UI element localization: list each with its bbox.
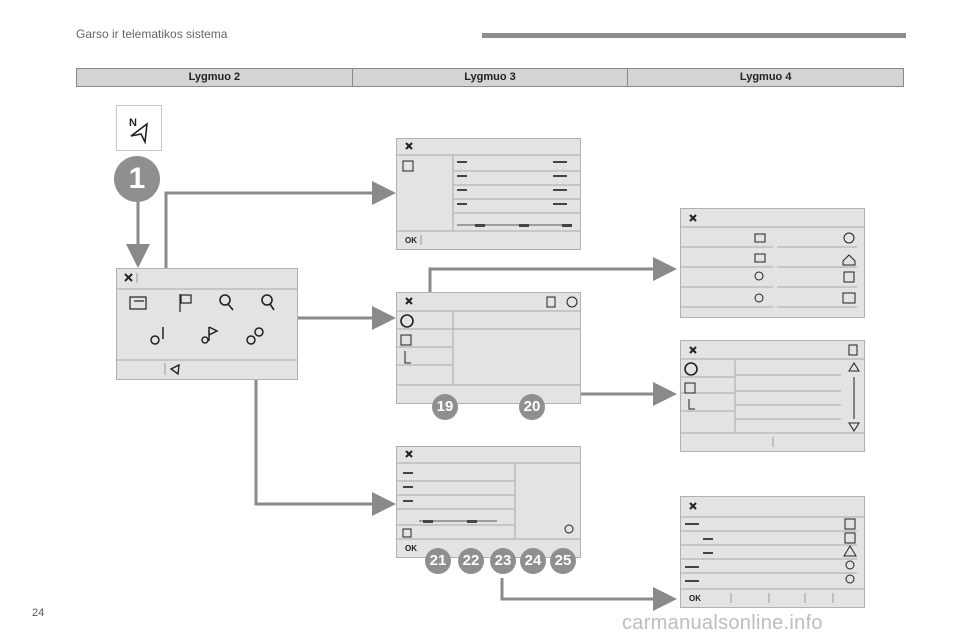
- close-icon: [689, 214, 697, 222]
- search-abc-icon: [261, 294, 275, 311]
- map-icon: [754, 253, 766, 263]
- search-poi-icon: [219, 294, 234, 311]
- location-icon: [845, 574, 855, 584]
- step-badge-23: 23: [490, 548, 516, 574]
- sync-icon: [566, 296, 578, 308]
- settings-route-icon: [150, 327, 164, 345]
- checkbox-icon: [402, 528, 412, 538]
- list-icon: [129, 296, 147, 310]
- watermark: carmanualsonline.info: [622, 612, 823, 634]
- delete-icon: [848, 344, 858, 356]
- panel-alerts: OK: [680, 496, 865, 608]
- scroll-up-icon: [848, 362, 860, 372]
- close-icon: [405, 450, 413, 458]
- navigation-icon: [169, 363, 180, 376]
- close-icon: [124, 273, 133, 282]
- panel-route-list: OK: [396, 138, 581, 250]
- close-icon: [405, 142, 413, 150]
- list-icon: [754, 233, 766, 243]
- day-night-icon: [564, 524, 574, 534]
- location-icon: [845, 560, 855, 570]
- step-badge-20: 20: [519, 394, 545, 420]
- panel-settings: OK: [396, 446, 581, 558]
- svg-text:N: N: [129, 117, 137, 129]
- history-icon: [754, 293, 764, 303]
- page-number: 24: [32, 607, 45, 619]
- settings-flag-icon: [201, 326, 219, 344]
- list-icon: [402, 160, 414, 172]
- flag-icon: [179, 294, 192, 312]
- nav-menu-panel: [116, 268, 298, 380]
- ok-button[interactable]: OK: [405, 236, 417, 245]
- work-icon: [842, 292, 856, 304]
- step-badge-24: 24: [520, 548, 546, 574]
- step-badge-19: 19: [432, 394, 458, 420]
- panel-poi: [396, 292, 581, 404]
- connector-23-to-g: [500, 578, 677, 611]
- ok-button[interactable]: OK: [689, 594, 701, 603]
- list-icon: [400, 334, 412, 346]
- warning-icon: [843, 545, 857, 557]
- close-icon: [689, 346, 697, 354]
- speed-camera-icon: [844, 532, 856, 544]
- add-icon: [400, 314, 414, 328]
- settings-gear-icon: [246, 327, 264, 345]
- list-icon: [684, 382, 696, 394]
- add-icon: [684, 362, 698, 376]
- panel-destination-types: [680, 208, 865, 318]
- delete-icon: [546, 296, 556, 308]
- search-abc-icon: [754, 271, 764, 281]
- ok-button[interactable]: OK: [405, 544, 417, 553]
- close-icon: [405, 297, 413, 305]
- step-badge-22: 22: [458, 548, 484, 574]
- navigation-compass-icon[interactable]: N: [116, 105, 162, 151]
- step-badge-25: 25: [550, 548, 576, 574]
- close-icon: [689, 502, 697, 510]
- contacts-icon: [843, 271, 855, 283]
- scroll-down-icon: [848, 422, 860, 432]
- search-poi-icon: [843, 232, 855, 244]
- home-icon: [842, 254, 856, 266]
- touch-icon: [688, 399, 695, 410]
- step-badge-21: 21: [425, 548, 451, 574]
- panel-poi-list: [680, 340, 865, 452]
- camera-icon: [844, 518, 856, 530]
- step-badge-1: 1: [114, 156, 160, 202]
- touch-icon: [404, 351, 411, 364]
